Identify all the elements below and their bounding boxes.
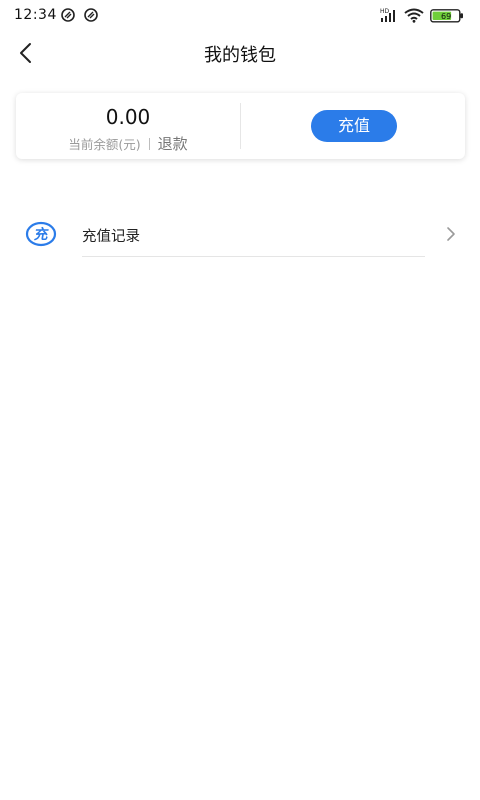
row-divider [82, 256, 425, 257]
notification-icon-2 [84, 8, 98, 22]
chevron-right-icon [447, 227, 455, 241]
balance-amount: 0.00 [105, 105, 151, 129]
wifi-icon [404, 8, 424, 23]
signal-icon: HD [380, 8, 395, 22]
network-type-label: HD [380, 8, 390, 15]
status-time: 12:34 [14, 7, 57, 23]
header: 我的钱包 [0, 32, 480, 76]
balance-label: 当前余额(元) [68, 137, 141, 152]
status-bar: 12:34 HD 69 [0, 0, 480, 32]
battery-level: 69 [441, 12, 451, 21]
card-divider [240, 103, 241, 149]
recharge-record-label: 充值记录 [82, 229, 140, 245]
recharge-icon: 充 [25, 221, 57, 247]
balance-subline: 当前余额(元) 退款 [16, 133, 240, 154]
refund-link[interactable]: 退款 [158, 135, 188, 153]
page-title: 我的钱包 [204, 45, 276, 66]
recharge-record-row[interactable]: 充 充值记录 [0, 212, 480, 258]
recharge-button[interactable]: 充值 [311, 110, 397, 142]
battery-icon: 69 [430, 9, 463, 23]
separator [148, 138, 150, 150]
recharge-icon-glyph: 充 [33, 226, 50, 243]
notification-icon-1 [61, 8, 75, 22]
wallet-card: 0.00 当前余额(元) 退款 充值 [16, 93, 465, 159]
